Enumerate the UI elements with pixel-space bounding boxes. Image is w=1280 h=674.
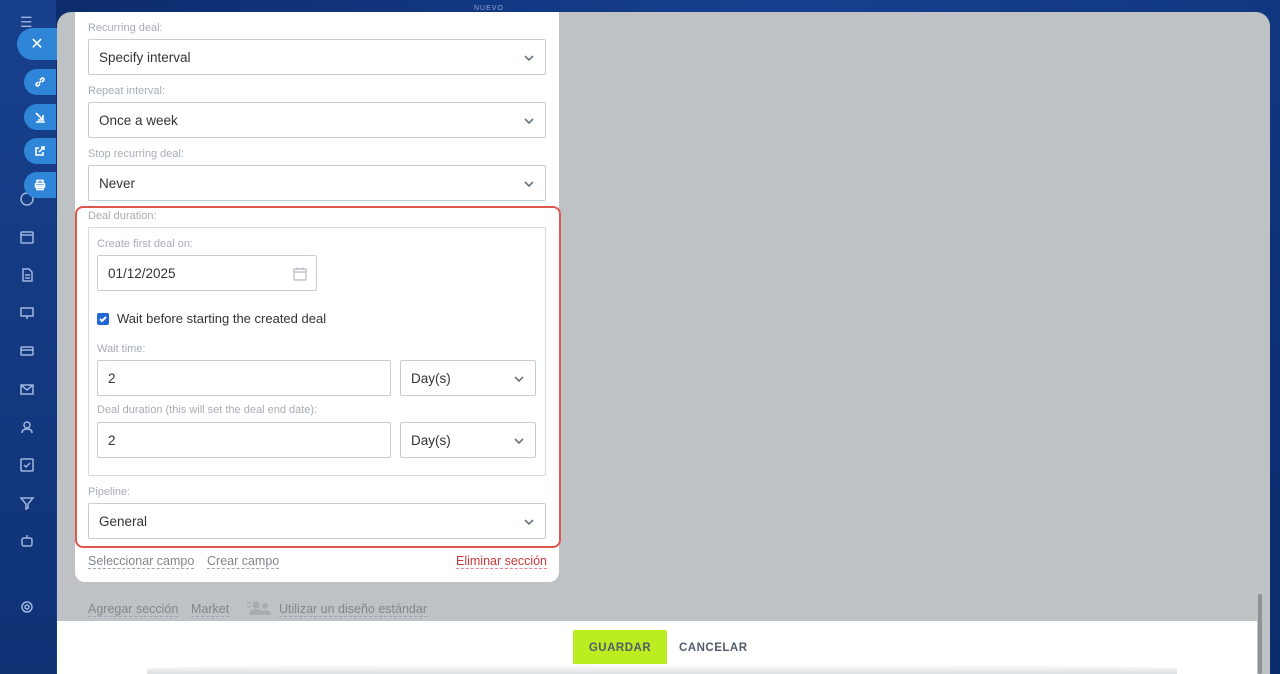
mail-icon[interactable] bbox=[18, 380, 36, 398]
external-link-icon bbox=[35, 146, 45, 156]
left-sidebar: ☰ bbox=[0, 0, 56, 674]
footer-shadow bbox=[147, 664, 1177, 674]
calendar-icon[interactable] bbox=[18, 228, 36, 246]
presentation-icon[interactable] bbox=[18, 304, 36, 322]
add-section-link[interactable]: Agregar sección bbox=[88, 602, 179, 617]
recurring-deal-select[interactable]: Specify interval bbox=[88, 39, 546, 75]
market-link[interactable]: Market bbox=[191, 602, 230, 617]
save-button[interactable]: GUARDAR bbox=[573, 630, 667, 666]
form-section: Recurring deal: Specify interval Repeat … bbox=[75, 12, 561, 582]
cancel-button[interactable]: CANCELAR bbox=[677, 630, 750, 666]
recurring-deal-value: Specify interval bbox=[99, 49, 191, 65]
tasks-icon[interactable] bbox=[18, 456, 36, 474]
new-label: NUEVO bbox=[474, 5, 504, 12]
footer-bar: GUARDAR CANCELAR bbox=[57, 621, 1257, 674]
filter-icon[interactable] bbox=[18, 494, 36, 512]
arrow-down-right-icon bbox=[35, 112, 45, 123]
contacts-icon[interactable] bbox=[18, 418, 36, 436]
create-field-link[interactable]: Crear campo bbox=[207, 554, 280, 569]
minimize-button[interactable] bbox=[24, 104, 56, 130]
chevron-down-icon bbox=[523, 115, 535, 127]
chevron-down-icon bbox=[523, 178, 535, 190]
stop-recurring-select[interactable]: Never bbox=[88, 165, 546, 201]
printer-icon bbox=[34, 179, 46, 191]
close-slider-button[interactable]: ✕ bbox=[17, 28, 57, 60]
highlight-frame bbox=[75, 206, 561, 548]
repeat-interval-select[interactable]: Once a week bbox=[88, 102, 546, 138]
stop-recurring-label: Stop recurring deal: bbox=[88, 148, 184, 160]
select-field-link[interactable]: Seleccionar campo bbox=[88, 554, 195, 569]
scrollbar[interactable] bbox=[1258, 594, 1262, 674]
users-icon bbox=[247, 600, 273, 616]
recurring-deal-label: Recurring deal: bbox=[88, 22, 163, 34]
document-icon[interactable] bbox=[18, 266, 36, 284]
chevron-down-icon bbox=[523, 52, 535, 64]
link-icon bbox=[35, 77, 45, 87]
card-icon[interactable] bbox=[18, 342, 36, 360]
delete-section-link[interactable]: Eliminar sección bbox=[456, 554, 548, 569]
slider-panel: Recurring deal: Specify interval Repeat … bbox=[57, 12, 1270, 674]
settings-icon[interactable] bbox=[18, 598, 36, 616]
repeat-interval-value: Once a week bbox=[99, 112, 178, 128]
close-icon: ✕ bbox=[30, 36, 44, 53]
repeat-interval-label: Repeat interval: bbox=[88, 85, 166, 97]
print-button[interactable] bbox=[24, 172, 56, 198]
copy-link-button[interactable] bbox=[24, 69, 56, 95]
stop-recurring-value: Never bbox=[99, 175, 136, 191]
robot-icon[interactable] bbox=[18, 532, 36, 550]
use-default-layout-link[interactable]: Utilizar un diseño estándar bbox=[279, 602, 427, 617]
open-new-window-button[interactable] bbox=[24, 138, 56, 164]
